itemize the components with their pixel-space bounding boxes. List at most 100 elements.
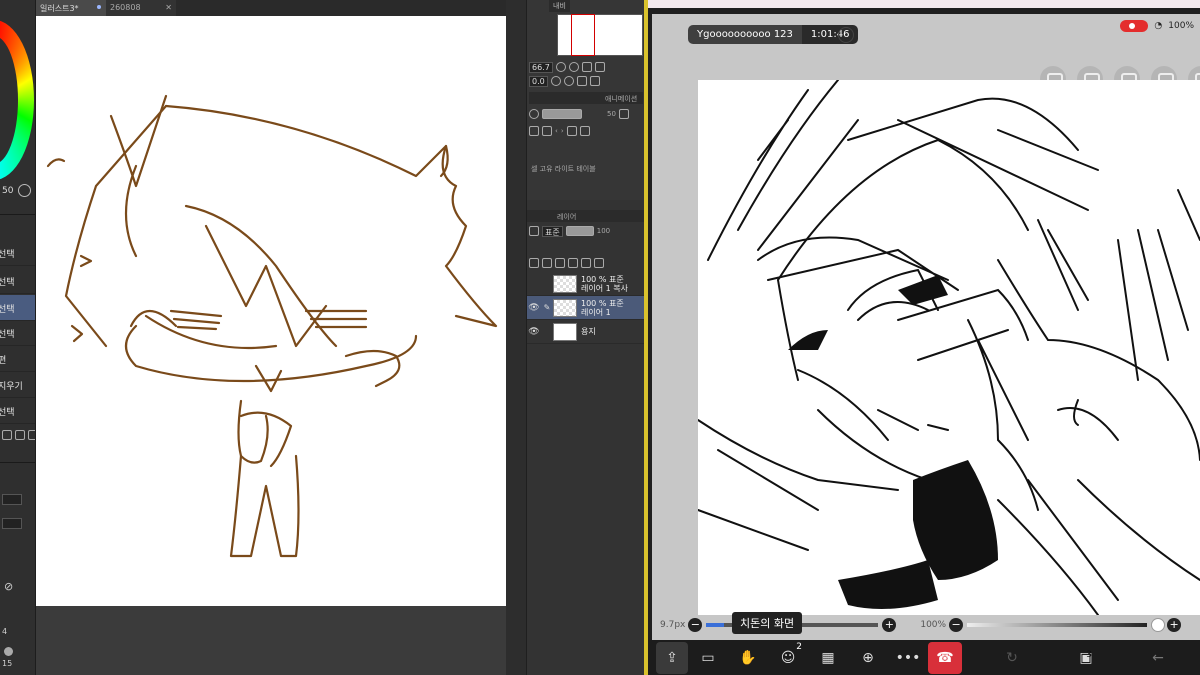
tab-label: 260808	[110, 3, 141, 12]
add-person-button[interactable]: ⊕	[848, 642, 888, 674]
bottom-number-1: 4	[2, 627, 8, 636]
rotate-right-icon[interactable]	[563, 76, 574, 86]
opacity-value: 100	[596, 227, 611, 235]
layer-thumbnail	[553, 298, 577, 317]
brush-dot-icon	[4, 647, 13, 656]
rail-item-erase[interactable]: 지우기	[0, 372, 35, 398]
move-icon[interactable]	[542, 126, 552, 136]
delete-icon[interactable]	[579, 126, 590, 136]
copy-icon[interactable]	[2, 430, 12, 440]
fullscreen-icon[interactable]	[594, 62, 605, 72]
screen-share-caption: 치돈의 화면	[732, 612, 803, 634]
wifi-icon: ◔	[1154, 21, 1163, 31]
animation-tab-label[interactable]: 애니메이션	[605, 94, 637, 104]
trash-icon[interactable]	[28, 430, 35, 440]
paste-icon[interactable]	[15, 430, 25, 440]
participants-button[interactable]: ☺ 2	[768, 642, 808, 674]
lighttable-toggle-icon[interactable]	[529, 109, 539, 119]
opacity-increase-icon[interactable]: +	[1167, 618, 1182, 632]
presenter-bar: Ygoooooooooo 123 1:01:46	[688, 25, 859, 44]
share-screen-button[interactable]: ⇪	[656, 641, 688, 674]
device-status-bar: ◔ 100%	[1120, 20, 1194, 32]
tab-260808[interactable]: 260808 ✕	[106, 0, 176, 16]
grid-view-button[interactable]: ▦	[808, 642, 848, 674]
call-control-bar: ⇪ ▭ ✋ ☺ 2 ▦ ⊕ ••• ☎ ↻ ▣ 3 ←	[648, 640, 1200, 675]
new-raster-layer-icon[interactable]	[529, 258, 539, 268]
fit-icon[interactable]	[581, 62, 592, 72]
rotate-left-icon[interactable]	[550, 76, 561, 86]
navigator-panel: 내비 66.7 0.0 애니메이션 50 ‹ › 셀 고유 라이트 테이블	[526, 0, 644, 200]
next-icon[interactable]: ›	[561, 127, 564, 135]
layer-panel-tabs: 레이어	[527, 210, 645, 222]
prev-icon[interactable]: ‹	[555, 127, 558, 135]
lighttable-row: 50	[527, 107, 645, 121]
opacity-decrease-icon[interactable]: −	[949, 618, 964, 632]
settings-icon[interactable]	[618, 109, 629, 119]
opacity-slider[interactable]	[967, 623, 1148, 627]
more-button[interactable]: •••	[888, 642, 928, 674]
brush-decrease-icon[interactable]: −	[688, 618, 703, 632]
opacity-slider[interactable]	[565, 226, 594, 236]
layer-name: 용지	[581, 327, 596, 336]
lighttable-opacity-slider[interactable]	[542, 109, 582, 119]
drawing-canvas[interactable]	[36, 16, 506, 606]
merge-down-icon[interactable]	[581, 258, 591, 268]
redo-icon[interactable]: ↻	[992, 642, 1032, 674]
shared-drawing-canvas	[697, 79, 1200, 616]
brush-increase-icon[interactable]: +	[882, 618, 897, 632]
pin-icon[interactable]: ⊘	[4, 580, 13, 593]
layer-color-icon[interactable]	[529, 226, 539, 236]
texture-select[interactable]	[2, 518, 22, 529]
bottom-number-2: 15	[2, 659, 13, 668]
chibi-sketch	[46, 94, 498, 558]
delete-layer-icon[interactable]	[594, 258, 604, 268]
blend-mode-select[interactable]: 표준	[542, 225, 563, 237]
new-vector-layer-icon[interactable]	[542, 258, 552, 268]
record-indicator-icon	[1120, 20, 1149, 32]
battery-percent: 100%	[1168, 21, 1194, 31]
add-image-icon[interactable]	[529, 126, 539, 136]
eye-icon[interactable]: 👁	[527, 303, 541, 313]
navigator-view-rect[interactable]	[571, 14, 595, 56]
mask-icon[interactable]	[568, 258, 578, 268]
rail-item-select-2[interactable]: 선택	[0, 268, 35, 294]
zoom-in-icon[interactable]	[568, 62, 579, 72]
pages-button[interactable]: ▣ 3	[1066, 642, 1106, 674]
back-arrow-icon[interactable]: ←	[1138, 642, 1178, 674]
chat-button[interactable]: ▭	[688, 642, 728, 674]
layer-row-1[interactable]: 👁 ✎ 100 % 표준 레이어 1	[527, 296, 645, 320]
layer-thumbnail	[553, 274, 577, 293]
layer-row-paper[interactable]: 👁 용지	[527, 320, 645, 344]
rail-item-select-3[interactable]: 선택	[0, 295, 35, 321]
brush-shape-select[interactable]	[2, 494, 22, 505]
flip-vertical-icon[interactable]	[589, 76, 600, 86]
navigator-thumbnail[interactable]	[557, 14, 643, 56]
lighttable-tools-row: ‹ ›	[527, 124, 645, 138]
opacity-handle[interactable]	[1151, 618, 1166, 632]
navigator-tab[interactable]: 내비	[549, 0, 570, 12]
rail-item-select-1[interactable]: 선택	[0, 240, 35, 266]
rail-item-edit[interactable]: 편	[0, 346, 35, 372]
rail-action-icons	[2, 430, 35, 440]
share-top-strip	[648, 0, 1200, 8]
layer-tab-label[interactable]: 레이어	[557, 212, 576, 222]
close-icon[interactable]: ✕	[165, 3, 172, 12]
brush-size-button[interactable]	[18, 184, 31, 197]
layer-panel: 레이어 표준 100 100 % 표준 레이어 1 복사 👁 ✎ 100 % 표…	[526, 200, 645, 675]
zoom-field[interactable]: 66.7	[529, 61, 553, 73]
zoom-out-icon[interactable]	[555, 62, 566, 72]
lock-icon[interactable]	[566, 126, 577, 136]
rail-item-select-5[interactable]: 선택	[0, 398, 35, 424]
tab-illust3[interactable]: 일러스트3*	[36, 0, 106, 16]
new-folder-icon[interactable]	[555, 258, 565, 268]
rotation-field[interactable]: 0.0	[529, 75, 548, 87]
speed-icon[interactable]	[838, 27, 854, 43]
opacity-label: 100%	[920, 620, 947, 630]
eye-icon[interactable]: 👁	[527, 327, 541, 337]
raise-hand-button[interactable]: ✋	[728, 642, 768, 674]
layer-row-copy[interactable]: 100 % 표준 레이어 1 복사	[527, 272, 645, 296]
rail-item-select-4[interactable]: 선택	[0, 320, 35, 346]
flip-horizontal-icon[interactable]	[576, 76, 587, 86]
end-call-button[interactable]: ☎	[928, 641, 962, 674]
presenter-name: Ygoooooooooo 123	[688, 25, 802, 44]
